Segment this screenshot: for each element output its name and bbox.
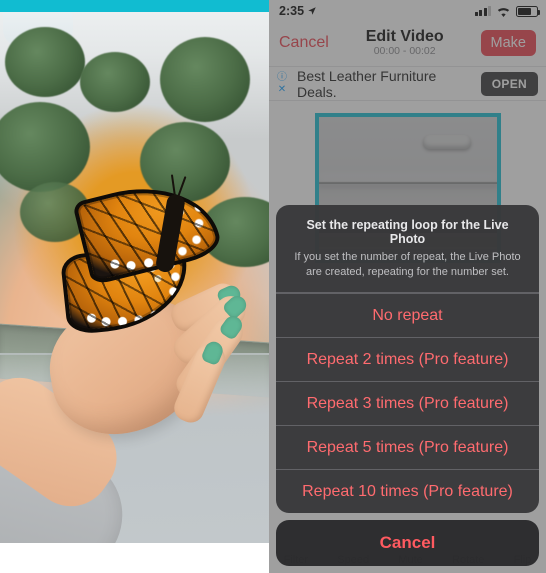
nav-cancel-button[interactable]: Cancel	[279, 34, 329, 52]
sheet-option-no-repeat[interactable]: No repeat	[276, 293, 539, 337]
sheet-option-repeat-5[interactable]: Repeat 5 times (Pro feature)	[276, 425, 539, 469]
ad-headline[interactable]: Best Leather Furniture Deals.	[297, 68, 473, 100]
ad-info-icon[interactable]: ⓘ	[277, 73, 287, 83]
photo-scene	[0, 12, 269, 543]
monarch-butterfly	[35, 175, 244, 350]
battery-icon	[516, 6, 538, 17]
iphone-edit-video-screen: 2:35 Cancel Edit Video 00:00 - 00:02 Mak…	[269, 0, 546, 573]
location-icon	[307, 6, 317, 16]
status-bar: 2:35	[269, 0, 546, 20]
sheet-header: Set the repeating loop for the Live Phot…	[276, 205, 539, 293]
wing-spots	[77, 175, 219, 280]
wifi-icon	[496, 6, 511, 17]
foliage	[5, 27, 85, 97]
cellular-icon	[475, 6, 492, 16]
nav-subtitle: 00:00 - 00:02	[366, 46, 444, 58]
accent-top-bar	[0, 0, 269, 12]
sheet-cancel-button[interactable]: Cancel	[276, 520, 539, 566]
nav-title-group: Edit Video 00:00 - 00:02	[366, 28, 444, 57]
ad-marker[interactable]: ⓘ ✕	[275, 73, 289, 95]
sheet-option-repeat-3[interactable]: Repeat 3 times (Pro feature)	[276, 381, 539, 425]
foliage	[80, 52, 150, 112]
foliage	[160, 37, 250, 122]
sheet-option-repeat-10[interactable]: Repeat 10 times (Pro feature)	[276, 469, 539, 513]
photo-butterfly-on-hand	[0, 0, 269, 573]
butterfly-forewing	[72, 171, 224, 286]
ad-close-icon[interactable]: ✕	[278, 85, 286, 95]
sheet-title: Set the repeating loop for the Live Phot…	[290, 218, 525, 246]
ad-open-button[interactable]: OPEN	[481, 72, 538, 96]
bottom-bar	[0, 543, 269, 573]
preview-car-crease	[319, 182, 497, 184]
nav-title: Edit Video	[366, 28, 444, 46]
ad-banner: ⓘ ✕ Best Leather Furniture Deals. OPEN	[269, 66, 546, 101]
status-right	[475, 6, 539, 17]
preview-car-handle	[423, 135, 471, 149]
status-time: 2:35	[279, 4, 304, 18]
nav-make-button[interactable]: Make	[481, 30, 536, 56]
sheet-option-repeat-2[interactable]: Repeat 2 times (Pro feature)	[276, 337, 539, 381]
sheet-description: If you set the number of repeat, the Liv…	[290, 250, 525, 280]
foliage	[0, 102, 90, 192]
nav-bar: Cancel Edit Video 00:00 - 00:02 Make	[269, 20, 546, 66]
sheet-main-group: Set the repeating loop for the Live Phot…	[276, 205, 539, 513]
status-left: 2:35	[279, 4, 317, 18]
repeat-action-sheet: Set the repeating loop for the Live Phot…	[276, 205, 539, 566]
